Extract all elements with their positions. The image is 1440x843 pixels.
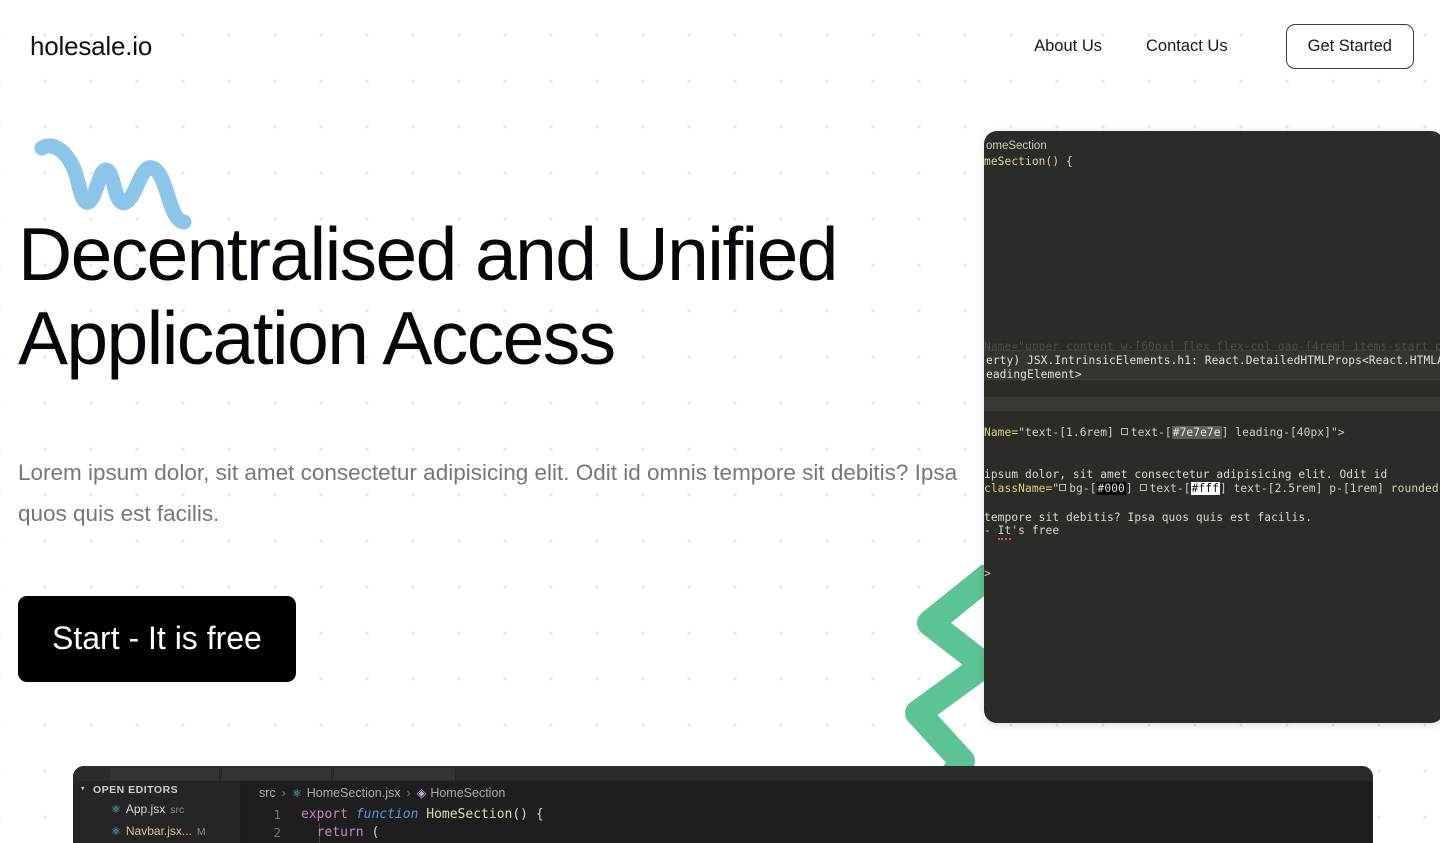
- code-token: export: [301, 807, 348, 822]
- attr-value-pre: "text-[1.6rem]: [1018, 425, 1121, 439]
- code-panel-breadcrumb: omeSection: [986, 140, 1047, 152]
- editor-pane: src › ⚛ HomeSection.jsx › ◈ HomeSection 1 expo…: [241, 781, 1373, 843]
- editor-tab-bar: [73, 766, 1373, 781]
- breadcrumb-file[interactable]: HomeSection.jsx: [307, 786, 401, 800]
- code-line-h1-attrs: Name="text-[1.6rem] text-[#7e7e7e] leadi…: [984, 425, 1387, 440]
- color-token-7e7e7e: #7e7e7e: [1171, 425, 1222, 439]
- code-line-2[interactable]: return (: [301, 825, 380, 840]
- explorer-sidebar: ▾ OPEN EDITORS ⚛ App.jsx src ⚛ Navbar.jsx..…: [73, 781, 241, 843]
- symbol-cube-icon: ◈: [416, 786, 427, 800]
- file-name: Navbar.jsx...: [125, 824, 192, 838]
- hero-section: Decentralised and Unified Application Ac…: [18, 212, 978, 682]
- react-file-icon: ⚛: [111, 804, 121, 816]
- code-token: () {: [512, 807, 544, 822]
- landing-page: holesale.io About Us Contact Us Get Star…: [0, 0, 1440, 843]
- btn-label-post: 's free: [1011, 524, 1060, 538]
- misspelled-word: It: [997, 524, 1012, 541]
- react-file-icon: ⚛: [111, 826, 121, 838]
- vscode-window: ▾ OPEN EDITORS ⚛ App.jsx src ⚛ Navbar.jsx..…: [73, 766, 1373, 843]
- nav-link-about-us[interactable]: About Us: [1012, 29, 1124, 64]
- breadcrumb-separator: ›: [281, 786, 286, 800]
- code-token: HomeSection: [426, 807, 513, 822]
- text-prop-2: text-[: [1149, 481, 1191, 495]
- classname-attr: className=: [984, 481, 1053, 495]
- text-prop: text-[: [1130, 425, 1172, 439]
- code-line-1[interactable]: export function HomeSection() {: [301, 807, 544, 822]
- line-number: 1: [273, 807, 281, 822]
- code-line-button-label: - It's free: [984, 524, 1440, 541]
- code-panel-button-block: className=" bg-[#000] text-[#fff] text-[2…: [984, 453, 1440, 610]
- tooltip-line-1: erty) JSX.IntrinsicElements.h1: React.De…: [986, 354, 1440, 367]
- file-meta: src: [170, 804, 185, 816]
- file-status-badge: M: [196, 826, 206, 838]
- nav-links-group: About Us Contact Us Get Started: [1012, 23, 1414, 69]
- start-free-button[interactable]: Start - It is free: [18, 596, 296, 682]
- code-line-closing-tag: >: [984, 567, 991, 581]
- attr-name: Name=: [984, 425, 1019, 439]
- code-panel-signature: meSection() {: [984, 155, 1073, 168]
- color-swatch-black-icon: [1059, 484, 1067, 492]
- editor-tab-2[interactable]: [222, 768, 332, 780]
- chevron-down-icon[interactable]: ▾: [80, 784, 85, 794]
- open-editor-item-navbar[interactable]: ⚛ Navbar.jsx... M: [111, 824, 206, 838]
- get-started-button[interactable]: Get Started: [1285, 23, 1414, 69]
- breadcrumb-folder[interactable]: src: [259, 786, 276, 800]
- type-hover-tooltip: erty) JSX.IntrinsicElements.h1: React.De…: [984, 350, 1440, 381]
- tag-close: >: [1337, 425, 1345, 439]
- file-name: App.jsx: [125, 802, 166, 816]
- tooltip-line-2: eadingElement>: [986, 367, 1082, 381]
- line-number: 2: [273, 825, 281, 840]
- code-editor-preview-panel: omeSection meSection() { Name="upper_con…: [984, 131, 1440, 723]
- site-logo[interactable]: holesale.io: [30, 33, 152, 59]
- breadcrumb: src › ⚛ HomeSection.jsx › ◈ HomeSection: [259, 785, 505, 800]
- code-line-button-attrs: className=" bg-[#000] text-[#fff] text-[2…: [984, 481, 1440, 496]
- attr-value-post: ] leading-[40px]": [1221, 425, 1338, 439]
- code-token: (: [363, 825, 380, 840]
- editor-tab-1[interactable]: [110, 768, 220, 780]
- open-editor-item-app[interactable]: ⚛ App.jsx src: [111, 802, 184, 816]
- react-file-icon: ⚛: [291, 788, 302, 800]
- btn-class-rest: ] text-[2.5rem] p-[1rem] rounded-md">: [1219, 481, 1440, 495]
- btn-label-pre: -: [984, 524, 998, 538]
- nav-link-contact-us[interactable]: Contact Us: [1124, 29, 1250, 64]
- bg-prop: bg-[: [1069, 481, 1097, 495]
- color-swatch-icon: [1120, 428, 1128, 436]
- code-token: return: [316, 825, 364, 840]
- editor-tab-3[interactable]: [334, 768, 456, 780]
- breadcrumb-symbol[interactable]: HomeSection: [430, 786, 505, 800]
- color-token-fff: #fff: [1190, 481, 1220, 495]
- color-token-000: #000: [1096, 481, 1126, 495]
- open-editors-title[interactable]: OPEN EDITORS: [93, 784, 178, 796]
- navbar: holesale.io About Us Contact Us Get Star…: [0, 0, 1440, 92]
- code-token: function: [355, 807, 419, 822]
- color-swatch-white-icon: [1139, 484, 1147, 492]
- hero-description: Lorem ipsum dolor, sit amet consectetur …: [18, 460, 958, 526]
- page-title: Decentralised and Unified Application Ac…: [18, 212, 838, 380]
- breadcrumb-separator: ›: [406, 786, 411, 800]
